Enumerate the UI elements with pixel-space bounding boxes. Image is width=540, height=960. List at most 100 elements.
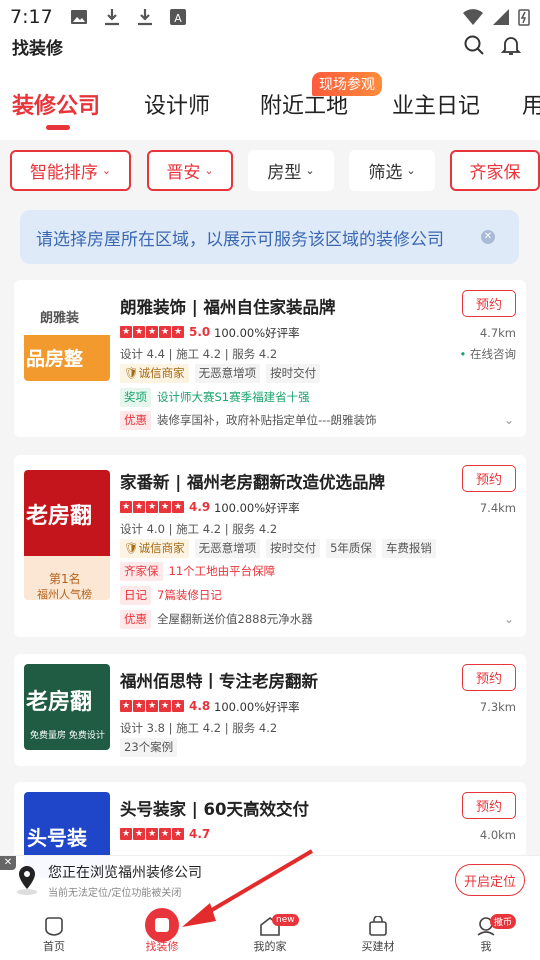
star-icon: ★ bbox=[133, 326, 145, 338]
chevron-down-icon: ⌄ bbox=[204, 164, 214, 177]
feature-tag: 按时交付 bbox=[266, 364, 321, 383]
positive-rate: 100.00%好评率 bbox=[214, 700, 300, 714]
company-card[interactable]: 老房翻 第1名 福州人气榜 家番新 | 福州老房翻新改造优选品牌 预约 ★ ★ ★ ★… bbox=[14, 455, 526, 637]
diary-tag: 日记 bbox=[120, 586, 151, 605]
promo-tag: 优惠 bbox=[120, 610, 151, 629]
feature-tag: 无恶意增项 bbox=[194, 364, 261, 383]
company-name[interactable]: 朗雅装饰 | 福州自住家装品牌 bbox=[120, 294, 336, 318]
download-icon bbox=[105, 9, 119, 26]
filter-bar: 智能排序 ⌄ 晋安 ⌄ 房型 ⌄ 筛选 ⌄ 齐家保 bbox=[0, 140, 540, 202]
nav-me[interactable]: 撒币 我 bbox=[432, 912, 540, 960]
wifi-icon bbox=[463, 9, 483, 25]
logo-slogan-text: 老房翻 bbox=[26, 504, 93, 529]
book-button[interactable]: 预约 bbox=[462, 664, 516, 691]
promo-row: 优惠 全屋翻新送价值2888元净水器 bbox=[120, 610, 313, 629]
star-rating: ★ ★ ★ ★ ★ bbox=[120, 501, 184, 513]
tab-designer[interactable]: 设计师 bbox=[144, 88, 210, 120]
qijiabao-filter[interactable]: 齐家保 bbox=[450, 150, 540, 191]
more-filter-label: 筛选 bbox=[368, 163, 403, 183]
promo-text: 全屋翻新送价值2888元净水器 bbox=[157, 612, 313, 626]
trusted-merchant-label: 诚信商家 bbox=[138, 541, 185, 555]
company-logo: 老房翻 免费量房 免费设计 bbox=[24, 664, 110, 750]
star-rating: ★ ★ ★ ★ ★ bbox=[120, 326, 184, 338]
more-filter[interactable]: 筛选 ⌄ bbox=[349, 150, 435, 191]
company-card[interactable]: 朗雅装 品房整 朗雅装饰 | 福州自住家装品牌 预约 ★ ★ ★ ★ ★ 5.0 100… bbox=[14, 280, 526, 437]
positive-rate: 100.00%好评率 bbox=[214, 326, 300, 340]
book-button[interactable]: 预约 bbox=[462, 290, 516, 317]
sub-scores: 设计 4.0 | 施工 4.2 | 服务 4.2 bbox=[120, 522, 278, 536]
category-tabs: 装修公司 设计师 附近工地 现场参观 业主日记 用 bbox=[0, 70, 540, 140]
diary-text: 7篇装修日记 bbox=[157, 588, 222, 602]
site-visit-badge: 现场参观 bbox=[312, 72, 382, 96]
book-button[interactable]: 预约 bbox=[462, 792, 516, 819]
sub-scores: 设计 3.8 | 施工 4.2 | 服务 4.2 bbox=[120, 721, 278, 735]
room-type-filter[interactable]: 房型 ⌄ bbox=[248, 150, 334, 191]
star-icon: ★ bbox=[120, 326, 132, 338]
star-icon: ★ bbox=[172, 326, 184, 338]
district-filter-label: 晋安 bbox=[166, 163, 201, 183]
page-title: 找装修 bbox=[12, 39, 63, 59]
nav-home[interactable]: 首页 bbox=[0, 912, 108, 960]
shopping-bag-icon bbox=[369, 916, 387, 936]
find-decoration-icon bbox=[145, 908, 179, 942]
company-logo: 朗雅装 品房整 bbox=[24, 295, 110, 381]
tab-decoration-company[interactable]: 装修公司 bbox=[12, 88, 100, 120]
battery-icon bbox=[518, 9, 530, 26]
bell-icon[interactable] bbox=[500, 34, 522, 56]
rating-score: 5.0 bbox=[189, 325, 211, 339]
nav-my-home[interactable]: new 我的家 bbox=[216, 912, 324, 960]
company-name[interactable]: 家番新 | 福州老房翻新改造优选品牌 bbox=[120, 469, 385, 493]
company-name[interactable]: 头号装家 | 60天高效交付 bbox=[120, 796, 309, 820]
online-consult[interactable]: • 在线咨询 bbox=[460, 346, 516, 362]
sub-scores: 设计 4.4 | 施工 4.2 | 服务 4.2 bbox=[120, 347, 278, 361]
district-filter[interactable]: 晋安 ⌄ bbox=[147, 150, 233, 191]
logo-sub-text: 免费量房 免费设计 bbox=[30, 731, 105, 741]
distance: 4.7km bbox=[479, 326, 516, 340]
feature-tag: 5年质保 bbox=[326, 539, 376, 558]
rank-label: 第1名 bbox=[49, 572, 81, 586]
star-icon: ★ bbox=[159, 828, 171, 840]
tab-more[interactable]: 用 bbox=[522, 88, 540, 120]
star-rating: ★ ★ ★ ★ ★ bbox=[120, 700, 184, 712]
nav-buy-materials[interactable]: 买建材 bbox=[324, 912, 432, 960]
positive-rate: 100.00%好评率 bbox=[214, 501, 300, 515]
case-row: 23个案例 bbox=[120, 738, 178, 757]
new-badge: new bbox=[272, 914, 299, 926]
company-card[interactable]: 老房翻 免费量房 免费设计 福州佰思特丨专注老房翻新 预约 ★ ★ ★ ★ ★ 4.8 … bbox=[14, 654, 526, 766]
shield-icon: 🛡 bbox=[124, 541, 139, 555]
qijiabao-filter-label: 齐家保 bbox=[469, 163, 521, 183]
star-icon: ★ bbox=[172, 828, 184, 840]
distance: 7.3km bbox=[479, 700, 516, 714]
active-tab-indicator bbox=[46, 125, 70, 130]
tab-owner-diary[interactable]: 业主日记 bbox=[392, 88, 480, 120]
enable-location-button[interactable]: 开启定位 bbox=[455, 864, 525, 896]
star-icon: ★ bbox=[159, 326, 171, 338]
star-icon: ★ bbox=[172, 501, 184, 513]
diary-row: 日记 7篇装修日记 bbox=[120, 586, 222, 605]
chevron-down-icon[interactable]: ⌄ bbox=[504, 612, 514, 626]
image-icon bbox=[71, 10, 87, 24]
close-icon[interactable]: ✕ bbox=[481, 230, 495, 244]
coin-badge: 撒币 bbox=[490, 914, 517, 929]
svg-text:A: A bbox=[174, 12, 182, 25]
chevron-down-icon: ⌄ bbox=[305, 164, 315, 177]
online-dot-icon: • bbox=[459, 347, 470, 361]
guarantee-row: 齐家保 11个工地由平台保障 bbox=[120, 562, 275, 581]
logo-slogan-text: 老房翻 bbox=[26, 690, 93, 715]
app-notification-icon: A bbox=[170, 9, 186, 25]
region-notice: 请选择房屋所在区域，以展示可服务该区域的装修公司 ✕ bbox=[20, 210, 519, 264]
chevron-down-icon[interactable]: ⌄ bbox=[504, 413, 514, 427]
company-name[interactable]: 福州佰思特丨专注老房翻新 bbox=[120, 668, 318, 692]
search-icon[interactable] bbox=[463, 34, 485, 56]
app-bar: 找装修 bbox=[0, 30, 540, 70]
feature-tag: 按时交付 bbox=[266, 539, 321, 558]
download-icon bbox=[138, 9, 152, 26]
promo-text: 装修享国补，政府补贴指定单位---朗雅装饰 bbox=[157, 413, 377, 427]
book-button[interactable]: 预约 bbox=[462, 465, 516, 492]
feature-tag: 无恶意增项 bbox=[194, 539, 261, 558]
guarantee-text: 11个工地由平台保障 bbox=[168, 564, 276, 578]
nav-find-decoration[interactable]: 找装修 bbox=[108, 908, 216, 960]
sort-filter[interactable]: 智能排序 ⌄ bbox=[10, 150, 131, 191]
room-type-filter-label: 房型 bbox=[267, 163, 302, 183]
status-time: 7:17 bbox=[10, 6, 53, 28]
